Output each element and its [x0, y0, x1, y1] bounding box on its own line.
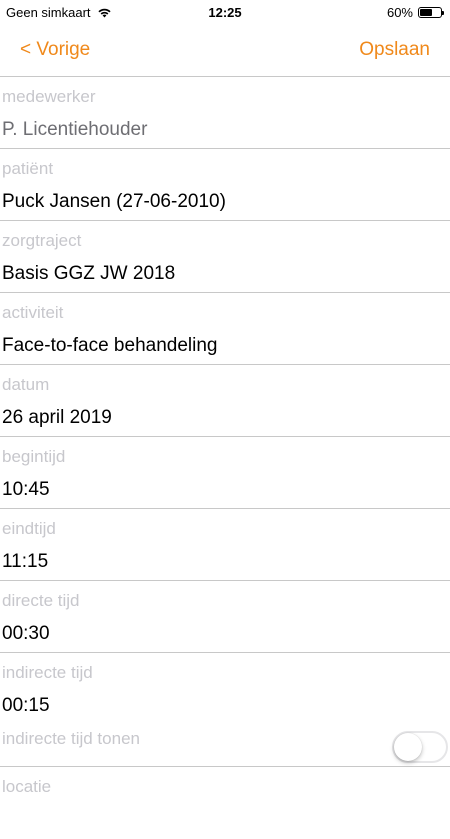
field-eindtijd[interactable]: eindtijd 11:15 — [0, 509, 450, 581]
back-button[interactable]: < Vorige — [20, 39, 90, 61]
field-value: 10:45 — [2, 479, 50, 500]
field-value: 00:30 — [2, 623, 50, 644]
field-value: Basis GGZ JW 2018 — [2, 263, 176, 284]
battery-percent: 60% — [386, 5, 413, 20]
field-value: 11:15 — [2, 551, 49, 572]
field-label: locatie — [2, 777, 52, 796]
navigation-bar: < Vorige Opslaan — [0, 26, 450, 77]
field-label: activiteit — [2, 303, 64, 322]
field-zorgtraject[interactable]: zorgtraject Basis GGZ JW 2018 — [0, 221, 450, 293]
field-label: begintijd — [2, 447, 66, 466]
registration-form: medewerker P. Licentiehouder patiënt Puc… — [0, 77, 450, 839]
field-directe-tijd[interactable]: directe tijd 00:30 — [0, 581, 450, 653]
save-button[interactable]: Opslaan — [359, 39, 430, 61]
field-label: indirecte tijd tonen — [2, 729, 140, 748]
field-label: directe tijd — [2, 591, 80, 610]
field-datum[interactable]: datum 26 april 2019 — [0, 365, 450, 437]
field-value: 26 april 2019 — [2, 407, 112, 428]
indirecte-tijd-tonen-toggle[interactable] — [392, 731, 448, 763]
battery-icon — [418, 7, 444, 18]
field-locatie[interactable]: locatie — [0, 767, 450, 839]
battery-fill — [420, 9, 432, 16]
status-right: 60% — [386, 5, 444, 20]
field-activiteit[interactable]: activiteit Face-to-face behandeling — [0, 293, 450, 365]
field-begintijd[interactable]: begintijd 10:45 — [0, 437, 450, 509]
field-value: Face-to-face behandeling — [2, 335, 218, 356]
field-value: P. Licentiehouder — [2, 119, 148, 140]
field-medewerker[interactable]: medewerker P. Licentiehouder — [0, 77, 450, 149]
field-patient[interactable]: patiënt Puck Jansen (27-06-2010) — [0, 149, 450, 221]
field-value: Puck Jansen (27-06-2010) — [2, 191, 226, 212]
status-time: 12:25 — [208, 5, 242, 20]
toggle-knob — [394, 733, 422, 761]
field-indirecte-tijd[interactable]: indirecte tijd 00:15 — [0, 653, 450, 725]
field-label: medewerker — [2, 87, 96, 106]
field-label: patiënt — [2, 159, 54, 178]
field-label: zorgtraject — [2, 231, 82, 250]
field-label: eindtijd — [2, 519, 56, 538]
field-label: datum — [2, 375, 50, 394]
field-value: 00:15 — [2, 695, 50, 716]
field-label: indirecte tijd — [2, 663, 93, 682]
field-indirecte-tijd-tonen: indirecte tijd tonen — [0, 725, 450, 767]
status-bar: Geen simkaart 12:25 60% — [0, 0, 450, 26]
